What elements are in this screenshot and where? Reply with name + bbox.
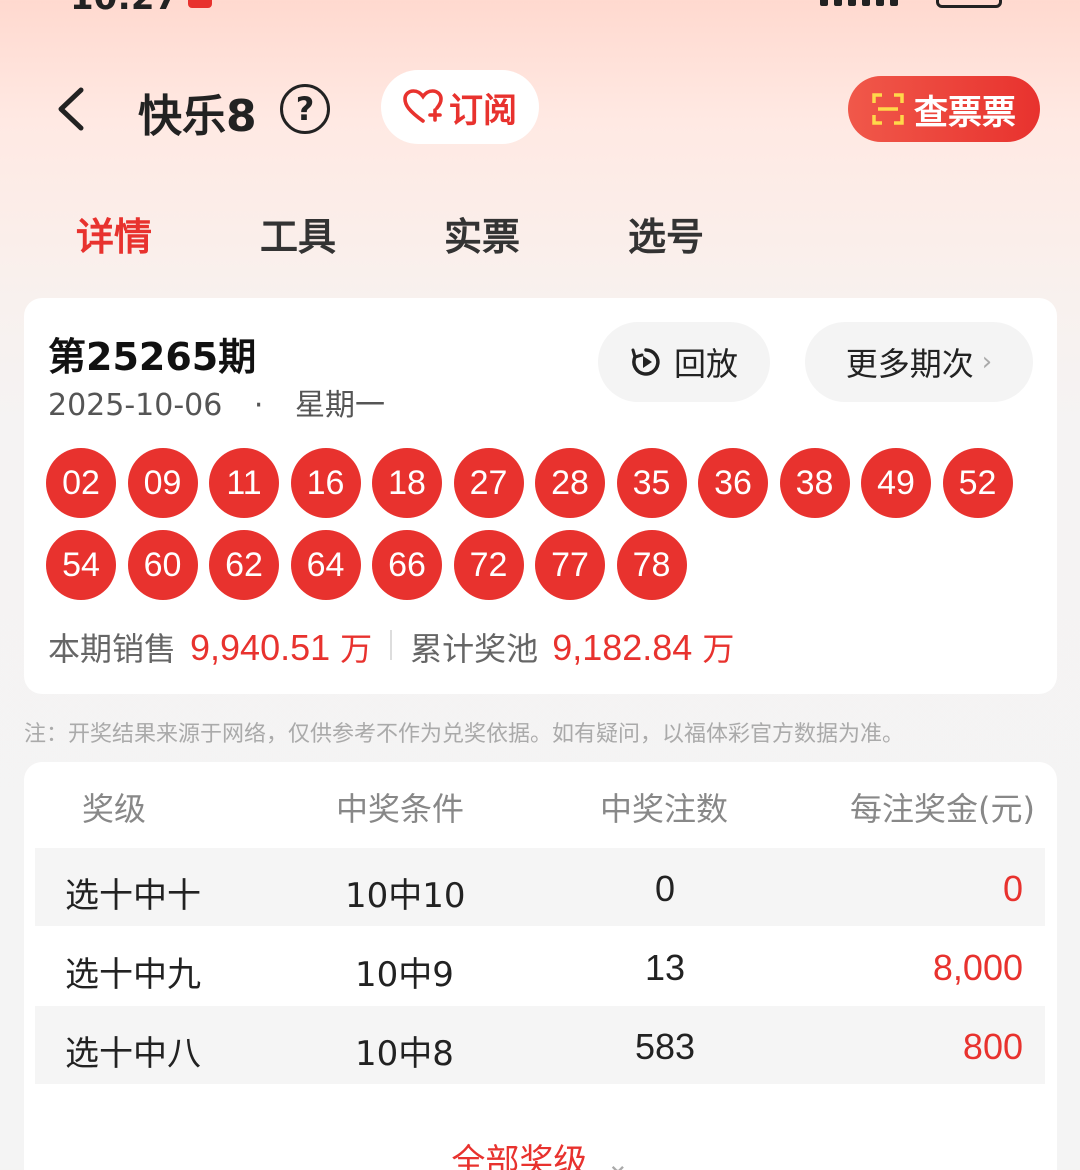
chevron-left-icon [58, 87, 84, 131]
stats-divider [390, 630, 393, 660]
chevron-right-icon: › [981, 347, 993, 377]
all-levels-button[interactable]: 全部奖级 ⌄ [24, 1134, 1057, 1170]
row-condition: 10中9 [355, 955, 454, 995]
number-ball: 60 [127, 530, 198, 600]
scan-icon [872, 93, 904, 125]
check-ticket-label: 查票票 [914, 92, 1016, 133]
status-time: 10:27 [70, 0, 178, 18]
status-bar: 10:27 [0, 0, 1080, 18]
tab-details[interactable]: 详情 [76, 206, 152, 261]
number-ball: 62 [209, 530, 279, 600]
tab-real-tickets[interactable]: 实票 [444, 206, 520, 261]
number-ball: 28 [535, 448, 605, 518]
number-ball: 77 [535, 530, 605, 600]
pool-unit: 万 [702, 630, 735, 668]
disclaimer-note: 注：开奖结果来源于网络，仅供参考不作为兑奖依据。如有疑问，以福体彩官方数据为准。 [24, 722, 905, 747]
sales-label: 本期销售 [48, 630, 177, 668]
replay-label: 回放 [673, 345, 738, 383]
header-count: 中奖注数 [600, 790, 729, 828]
all-levels-label: 全部奖级 [451, 1142, 588, 1170]
prize-table: 奖级 中奖条件 中奖注数 每注奖金(元) 选十中十 10中10 0 0 选十中九… [24, 762, 1057, 1170]
row-count: 13 [645, 947, 686, 988]
number-ball: 52 [942, 448, 1013, 518]
number-ball: 78 [616, 530, 687, 600]
page-title: 快乐8 [138, 91, 257, 142]
tab-bar: 详情 工具 实票 选号 [0, 206, 1080, 270]
sales-value: 9,940.51 [190, 627, 331, 668]
draw-date: 2025-10-06 [48, 388, 223, 423]
draw-weekday: 星期一 [295, 388, 385, 423]
number-ball: 09 [127, 448, 198, 518]
row-level: 选十中十 [65, 876, 201, 916]
number-ball: 18 [372, 448, 442, 518]
back-button[interactable] [40, 76, 100, 142]
header-amount: 每注奖金(元) [850, 790, 1035, 828]
number-ball: 16 [290, 448, 361, 518]
chevron-down-icon: ⌄ [606, 1147, 630, 1170]
pool-label: 累计奖池 [410, 630, 539, 668]
number-ball: 11 [209, 448, 279, 518]
table-header: 奖级 中奖条件 中奖注数 每注奖金(元) [24, 784, 1057, 834]
more-issues-button[interactable]: 更多期次 › [805, 322, 1033, 402]
row-count: 0 [655, 868, 676, 909]
more-issues-label: 更多期次 [845, 345, 974, 383]
row-level: 选十中八 [65, 1034, 201, 1074]
row-level: 选十中九 [65, 955, 201, 995]
date-separator: · [253, 388, 264, 423]
battery-icon [936, 0, 1002, 8]
sales-stats: 本期销售 9,940.51 万 累计奖池 9,182.84 万 [48, 624, 734, 670]
replay-icon [631, 348, 660, 376]
check-ticket-button[interactable]: 查票票 [848, 76, 1040, 142]
number-ball: 66 [372, 530, 442, 600]
table-row: 选十中八 10中8 583 800 [35, 1006, 1045, 1084]
header-condition: 中奖条件 [336, 790, 465, 828]
tab-tools[interactable]: 工具 [260, 206, 336, 261]
notification-dot-icon [188, 0, 212, 8]
number-ball: 36 [698, 448, 768, 518]
table-row: 选十中十 10中10 0 0 [35, 848, 1045, 926]
number-ball: 64 [290, 530, 361, 600]
number-ball: 02 [46, 448, 116, 518]
number-ball: 54 [46, 530, 116, 600]
replay-button[interactable]: 回放 [598, 322, 770, 402]
tab-pick-numbers[interactable]: 选号 [628, 206, 704, 261]
row-condition: 10中8 [355, 1034, 454, 1074]
header: 快乐8 ? 订阅 查票票 [0, 62, 1080, 158]
number-ball: 38 [779, 448, 850, 518]
subscribe-label: 订阅 [449, 90, 517, 131]
draw-date-line: 2025-10-06 · 星期一 [48, 380, 385, 424]
pool-value: 9,182.84 [552, 627, 693, 668]
issue-number: 第25265期 [48, 335, 257, 379]
row-amount: 0 [1002, 868, 1023, 909]
sales-unit: 万 [340, 630, 373, 668]
table-row: 选十中九 10中9 13 8,000 [35, 927, 1045, 1005]
number-ball: 49 [861, 448, 931, 518]
number-ball: 27 [453, 448, 524, 518]
number-ball: 35 [616, 448, 687, 518]
row-amount: 8,000 [932, 947, 1023, 988]
heart-plus-icon [403, 89, 443, 123]
row-count: 583 [635, 1026, 696, 1067]
subscribe-button[interactable]: 订阅 [381, 70, 539, 144]
draw-result-card: 第25265期 2025-10-06 · 星期一 回放 更多期次 › 02 09 1… [24, 298, 1057, 694]
help-icon[interactable]: ? [280, 84, 330, 134]
signal-icon [820, 0, 930, 6]
header-level: 奖级 [82, 790, 147, 828]
row-condition: 10中10 [345, 876, 466, 916]
row-amount: 800 [962, 1026, 1023, 1067]
number-ball: 72 [453, 530, 524, 600]
